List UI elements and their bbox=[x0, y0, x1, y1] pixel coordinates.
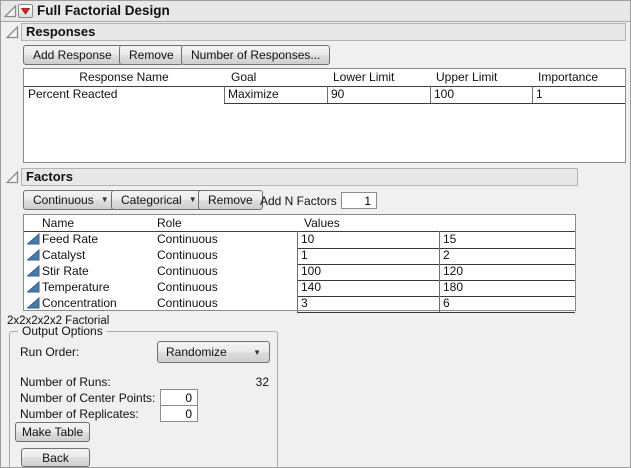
factor-high-value-cell[interactable]: 120 bbox=[443, 264, 573, 280]
factor-role-cell[interactable]: Continuous bbox=[157, 280, 295, 296]
responses-table: Response Name Goal Lower Limit Upper Lim… bbox=[23, 68, 626, 163]
number-of-responses-label: Number of Responses... bbox=[191, 46, 320, 64]
col-header-upper-limit: Upper Limit bbox=[436, 69, 497, 86]
col-header-response-name: Response Name bbox=[24, 69, 224, 86]
number-of-responses-button[interactable]: Number of Responses... bbox=[181, 45, 330, 65]
factor-name-cell[interactable]: Concentration bbox=[42, 296, 150, 312]
factor-high-value-cell[interactable]: 180 bbox=[443, 280, 573, 296]
factors-table: Name Role Values Feed Rate Continuous 10… bbox=[23, 214, 576, 311]
remove-factor-button[interactable]: Remove bbox=[198, 190, 263, 210]
run-order-label: Run Order: bbox=[20, 345, 79, 359]
factor-low-value-cell[interactable]: 3 bbox=[301, 296, 436, 312]
factor-name-cell[interactable]: Feed Rate bbox=[42, 232, 150, 248]
response-name-cell[interactable]: Percent Reacted bbox=[28, 87, 222, 103]
continuous-factor-icon bbox=[27, 265, 40, 280]
factor-high-value-cell[interactable]: 2 bbox=[443, 248, 573, 264]
continuous-factor-icon bbox=[27, 297, 40, 312]
continuous-factor-icon bbox=[27, 249, 40, 264]
factor-role-cell[interactable]: Continuous bbox=[157, 264, 295, 280]
title-bar: Full Factorial Design bbox=[1, 1, 631, 22]
page-title: Full Factorial Design bbox=[37, 3, 170, 18]
col-header-role: Role bbox=[157, 215, 182, 231]
add-n-factors-input[interactable] bbox=[341, 192, 377, 209]
col-header-name: Name bbox=[42, 215, 74, 231]
factor-name-cell[interactable]: Catalyst bbox=[42, 248, 150, 264]
replicates-input[interactable] bbox=[160, 405, 198, 422]
replicates-label: Number of Replicates: bbox=[20, 407, 139, 421]
continuous-factor-icon bbox=[27, 233, 40, 248]
run-order-dropdown[interactable]: Randomize ▼ bbox=[157, 341, 270, 363]
col-header-values: Values bbox=[304, 215, 340, 231]
add-continuous-factor-button[interactable]: Continuous ▼ bbox=[23, 190, 119, 210]
center-points-input[interactable] bbox=[160, 389, 198, 406]
remove-factor-label: Remove bbox=[208, 191, 253, 209]
factors-disclosure-icon[interactable] bbox=[6, 171, 19, 184]
factor-low-value-cell[interactable]: 1 bbox=[301, 248, 436, 264]
factor-name-cell[interactable]: Temperature bbox=[42, 280, 150, 296]
remove-response-button[interactable]: Remove bbox=[119, 45, 184, 65]
factors-section-header: Factors bbox=[21, 168, 578, 186]
response-goal-cell[interactable]: Maximize bbox=[228, 87, 327, 103]
output-options-group: Output Options Run Order: Randomize ▼ Nu… bbox=[9, 331, 278, 468]
make-table-button[interactable]: Make Table bbox=[15, 422, 90, 442]
factor-role-cell[interactable]: Continuous bbox=[157, 296, 295, 312]
continuous-button-label: Continuous bbox=[33, 191, 94, 209]
add-n-factors-label: Add N Factors bbox=[260, 194, 337, 208]
response-importance-cell[interactable]: 1 bbox=[536, 87, 621, 103]
number-of-runs-label: Number of Runs: bbox=[20, 375, 111, 389]
chevron-down-icon: ▼ bbox=[189, 191, 197, 209]
add-response-label: Add Response bbox=[33, 46, 112, 64]
factor-low-value-cell[interactable]: 140 bbox=[301, 280, 436, 296]
remove-response-label: Remove bbox=[129, 46, 174, 64]
full-factorial-design-window: Full Factorial Design Responses Add Resp… bbox=[0, 0, 631, 468]
response-lower-limit-cell[interactable]: 90 bbox=[331, 87, 430, 103]
factor-low-value-cell[interactable]: 10 bbox=[301, 232, 436, 248]
red-triangle-menu-button[interactable] bbox=[18, 4, 33, 18]
responses-disclosure-icon[interactable] bbox=[6, 26, 19, 39]
col-header-importance: Importance bbox=[538, 69, 598, 86]
chevron-down-icon: ▼ bbox=[253, 348, 261, 357]
response-upper-limit-cell[interactable]: 100 bbox=[434, 87, 529, 103]
make-table-label: Make Table bbox=[22, 423, 83, 441]
col-header-goal: Goal bbox=[231, 69, 256, 86]
run-order-value: Randomize bbox=[166, 345, 227, 359]
factor-name-cell[interactable]: Stir Rate bbox=[42, 264, 150, 280]
categorical-button-label: Categorical bbox=[121, 191, 182, 209]
col-header-lower-limit: Lower Limit bbox=[333, 69, 394, 86]
back-button[interactable]: Back bbox=[21, 448, 90, 467]
responses-section-header: Responses bbox=[21, 23, 626, 41]
factor-low-value-cell[interactable]: 100 bbox=[301, 264, 436, 280]
add-categorical-factor-button[interactable]: Categorical ▼ bbox=[111, 190, 207, 210]
disclosure-triangle-icon[interactable] bbox=[4, 5, 17, 18]
red-triangle-icon bbox=[21, 8, 30, 15]
factor-high-value-cell[interactable]: 6 bbox=[443, 296, 573, 312]
number-of-runs-value: 32 bbox=[256, 375, 269, 389]
center-points-label: Number of Center Points: bbox=[20, 391, 155, 405]
back-label: Back bbox=[42, 449, 69, 467]
continuous-factor-icon bbox=[27, 281, 40, 296]
output-options-legend: Output Options bbox=[18, 324, 107, 338]
factor-high-value-cell[interactable]: 15 bbox=[443, 232, 573, 248]
factor-role-cell[interactable]: Continuous bbox=[157, 248, 295, 264]
factor-role-cell[interactable]: Continuous bbox=[157, 232, 295, 248]
chevron-down-icon: ▼ bbox=[101, 191, 109, 209]
